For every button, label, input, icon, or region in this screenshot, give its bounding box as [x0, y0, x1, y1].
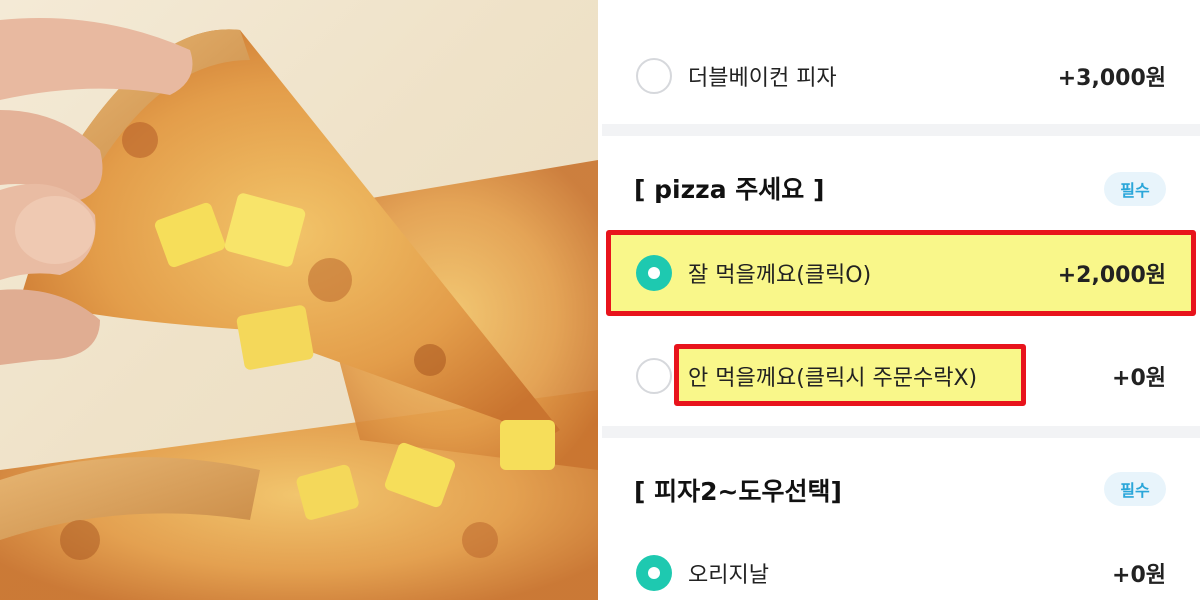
option-price: +0원 [1112, 366, 1166, 391]
pizza-photo [0, 0, 598, 600]
required-badge: 필수 [1104, 172, 1166, 206]
option-label: 더블베이컨 피자 [688, 66, 837, 91]
option-label: 오리지날 [688, 563, 769, 588]
option-price: +2,000원 [1057, 263, 1166, 288]
radio-unchecked-icon[interactable] [636, 58, 672, 94]
section-title: [ pizza 주세요 ] [634, 175, 825, 204]
option-menu: 더블베이컨 피자 +3,000원 [ pizza 주세요 ] 필수 잘 먹을께요… [602, 0, 1200, 600]
section-separator [602, 124, 1200, 136]
option-label: 잘 먹을께요(클릭O) [688, 263, 872, 288]
pizza-illustration [0, 18, 598, 600]
option-price: +3,000원 [1057, 66, 1166, 91]
section-title: [ 피자2~도우선택] [634, 477, 842, 506]
option-eat[interactable]: 잘 먹을께요(클릭O) +2,000원 [602, 241, 1200, 305]
option-double-bacon[interactable]: 더블베이컨 피자 +3,000원 [602, 44, 1200, 108]
option-price: +0원 [1112, 563, 1166, 588]
section-separator [602, 426, 1200, 438]
radio-checked-icon[interactable] [636, 255, 672, 291]
radio-checked-icon[interactable] [636, 555, 672, 591]
option-not-eat[interactable]: 안 먹을께요(클릭시 주문수락X) +0원 [602, 344, 1200, 408]
required-badge: 필수 [1104, 472, 1166, 506]
option-original[interactable]: 오리지날 +0원 [602, 541, 1200, 600]
radio-unchecked-icon[interactable] [636, 358, 672, 394]
option-label: 안 먹을께요(클릭시 주문수락X) [688, 366, 978, 391]
